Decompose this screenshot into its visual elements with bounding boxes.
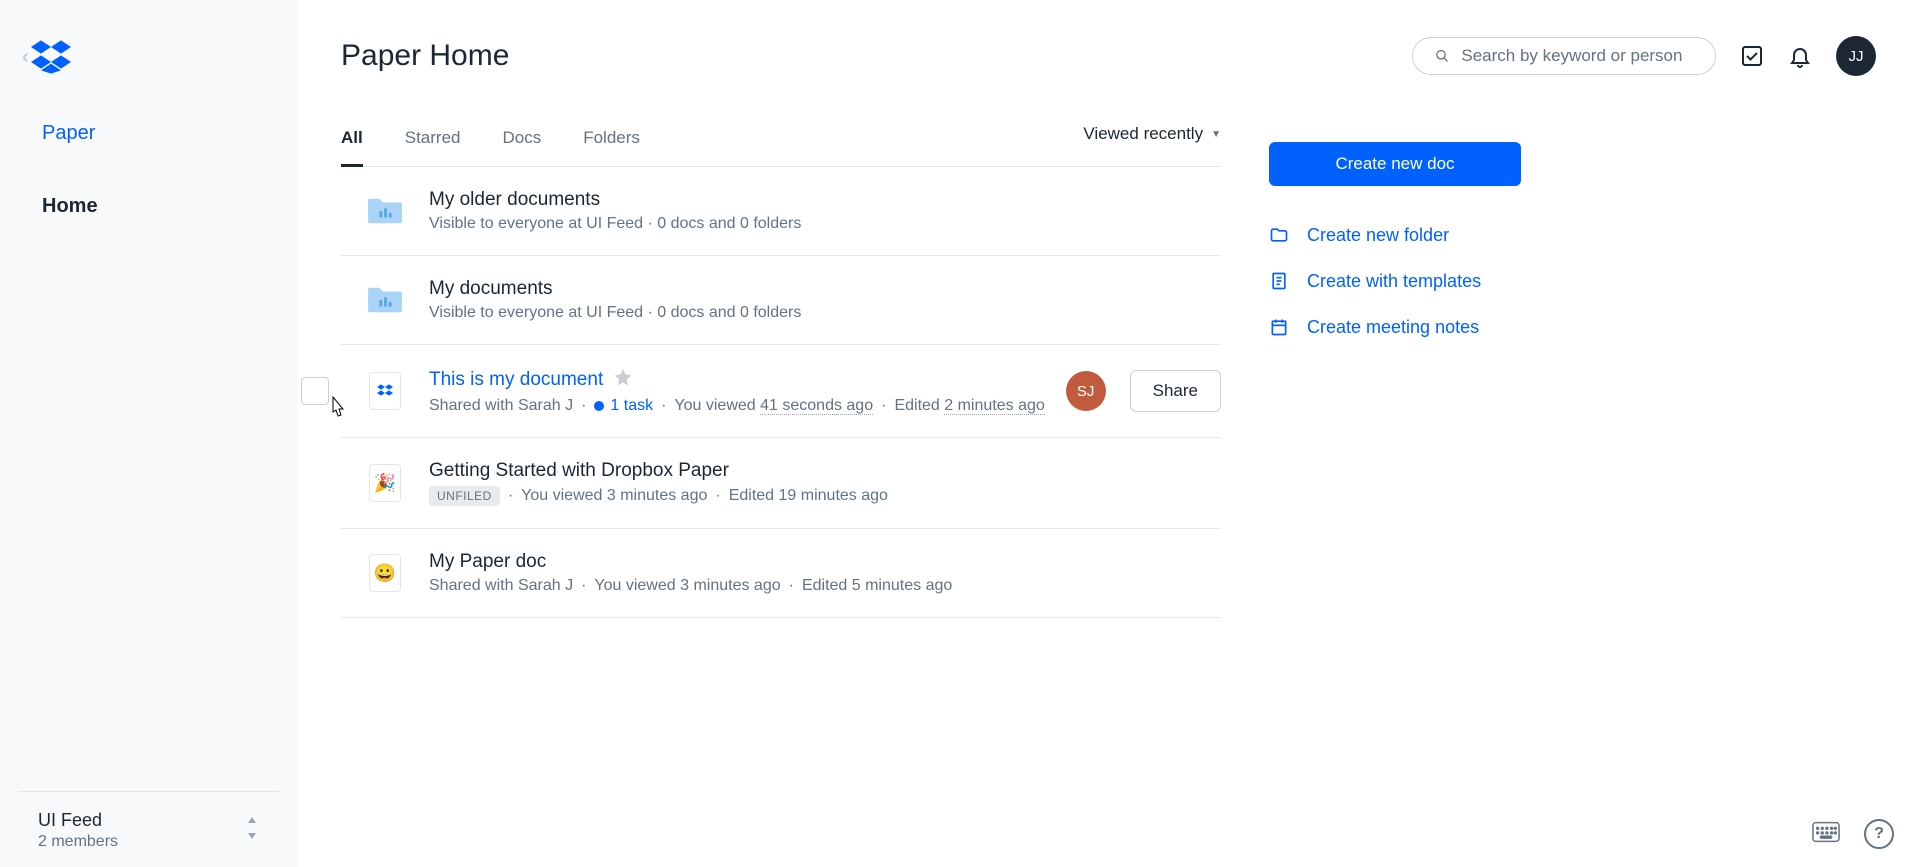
keyboard-shortcuts-icon[interactable] [1812,820,1840,849]
tab-all[interactable]: All [341,118,363,167]
party-popper-icon: 🎉 [374,473,396,494]
updown-chevron-icon[interactable] [245,817,259,844]
list-item-folder[interactable]: My older documents Visible to everyone a… [341,167,1221,256]
cursor-pointer-icon [327,395,351,426]
tabs-row: All Starred Docs Folders Viewed recently… [341,118,1221,167]
org-members: 2 members [38,833,118,851]
tab-starred[interactable]: Starred [405,118,461,166]
list-item-folder[interactable]: My documents Visible to everyone at UI F… [341,256,1221,345]
star-icon[interactable] [613,367,633,393]
calendar-icon [1269,316,1289,338]
header: Paper Home JJ [297,0,1920,76]
folder-outline-icon [1269,224,1289,246]
shared-with: Shared with Sarah J [429,397,573,415]
user-avatar[interactable]: JJ [1836,36,1876,76]
share-button[interactable]: Share [1130,370,1221,412]
doc-icon [365,371,405,411]
sidebar-org-switcher[interactable]: UI Feed 2 members [18,791,279,867]
edited-time: Edited 19 minutes ago [729,487,888,505]
list-item-doc[interactable]: 😀 My Paper doc Shared with Sarah J You v… [341,529,1221,618]
sidebar: ‹ Paper Home UI Feed 2 members [0,0,297,867]
row-title-link[interactable]: This is my document [429,369,603,391]
back-chevron-icon[interactable]: ‹ [22,46,29,69]
list-item-doc[interactable]: This is my document Shared with Sarah J … [341,345,1221,438]
viewed-time: You viewed 3 minutes ago [521,487,707,505]
folder-icon [365,280,405,320]
folder-icon [365,191,405,231]
grinning-face-icon: 😀 [374,563,396,584]
row-title: My Paper doc [429,551,546,573]
tab-folders[interactable]: Folders [583,118,640,166]
create-with-templates-link[interactable]: Create with templates [1269,270,1521,292]
sidebar-nav: Paper Home [0,74,297,248]
doc-icon: 😀 [365,553,405,593]
shared-with: Shared with Sarah J [429,577,573,595]
doc-icon: 🎉 [365,463,405,503]
unfiled-badge: UNFILED [429,486,500,506]
row-meta: Visible to everyone at UI Feed · 0 docs … [429,215,801,233]
search-input[interactable] [1461,46,1693,66]
row-meta: Visible to everyone at UI Feed · 0 docs … [429,304,801,322]
main: Paper Home JJ All [297,0,1920,867]
edited-time: Edited 2 minutes ago [894,397,1044,415]
create-meeting-notes-link[interactable]: Create meeting notes [1269,316,1521,338]
create-new-folder-link[interactable]: Create new folder [1269,224,1521,246]
document-list: My older documents Visible to everyone a… [341,167,1221,618]
create-new-doc-button[interactable]: Create new doc [1269,142,1521,186]
search-icon [1435,48,1449,64]
sort-dropdown[interactable]: Viewed recently ▼ [1083,124,1221,160]
template-icon [1269,270,1289,292]
tab-docs[interactable]: Docs [502,118,541,166]
page-title: Paper Home [341,39,509,73]
sidebar-item-paper[interactable]: Paper [42,112,297,175]
row-title: My documents [429,278,553,300]
caret-down-icon: ▼ [1211,129,1221,140]
row-title: My older documents [429,189,600,211]
floating-utilities: ? [1812,819,1894,849]
org-name: UI Feed [38,810,118,831]
sharer-avatar[interactable]: SJ [1066,371,1106,411]
help-icon[interactable]: ? [1864,819,1894,849]
viewed-time: You viewed 41 seconds ago [674,397,873,415]
search-input-wrap[interactable] [1412,37,1716,75]
sidebar-item-home[interactable]: Home [42,175,297,248]
row-title: Getting Started with Dropbox Paper [429,460,729,482]
list-item-doc[interactable]: 🎉 Getting Started with Dropbox Paper UNF… [341,438,1221,529]
edited-time: Edited 5 minutes ago [802,577,952,595]
tasks-icon[interactable] [1740,44,1764,68]
dropbox-logo-icon[interactable] [31,40,71,74]
task-count[interactable]: 1 task [594,397,653,415]
sort-label: Viewed recently [1083,124,1203,144]
right-rail: Create new doc Create new folder Create … [1269,118,1521,618]
viewed-time: You viewed 3 minutes ago [594,577,780,595]
notifications-icon[interactable] [1788,44,1812,68]
row-checkbox[interactable] [301,377,329,405]
